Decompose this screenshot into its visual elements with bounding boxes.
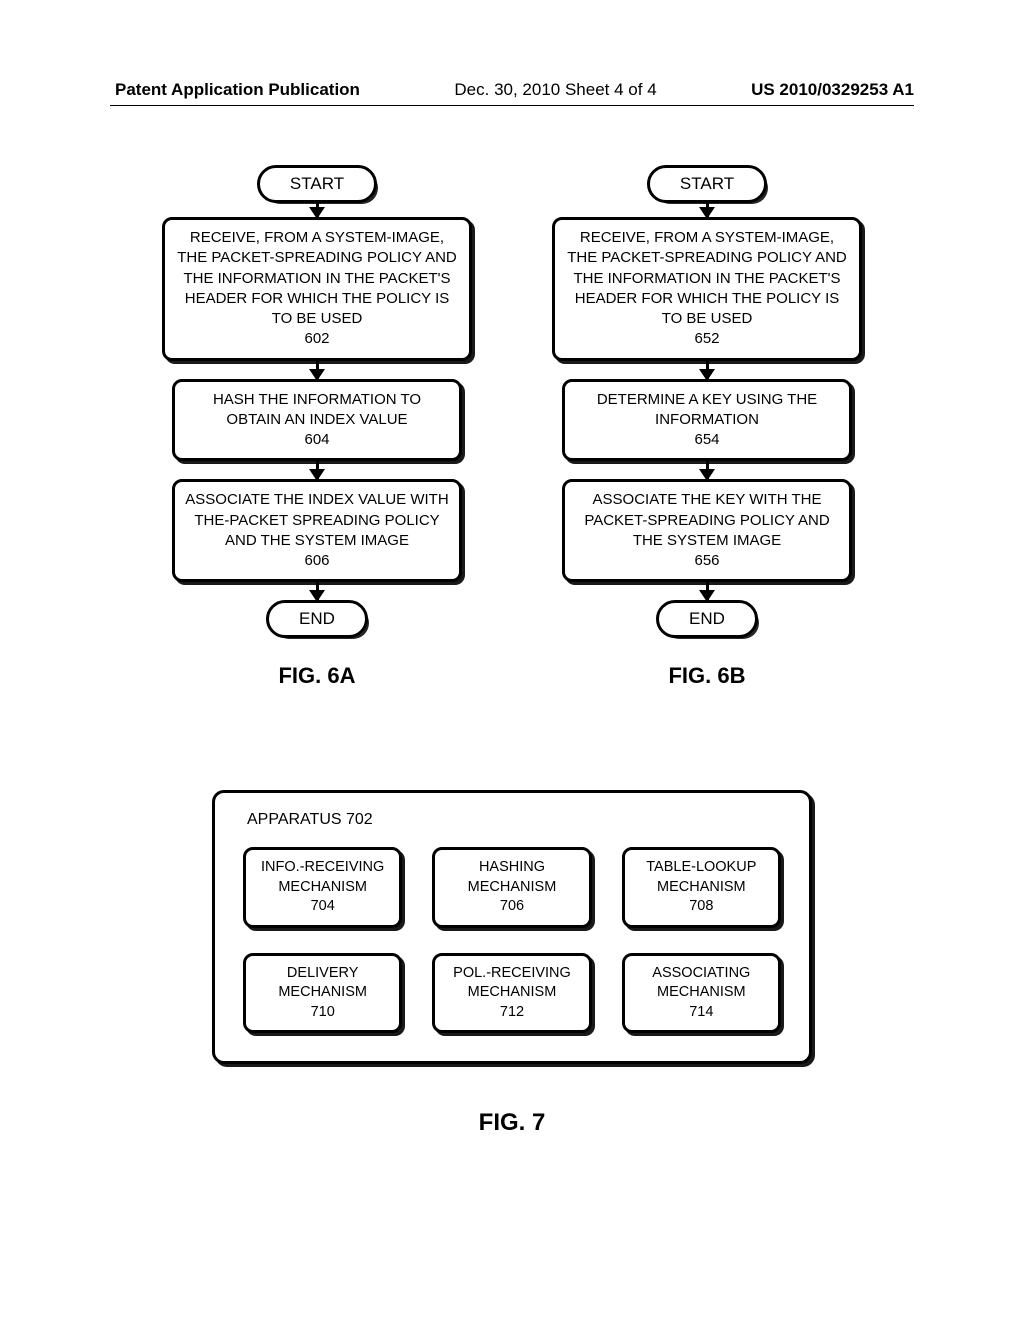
- step-text: RECEIVE, FROM A SYSTEM-IMAGE, THE PACKET…: [567, 229, 847, 327]
- mechanism-line2: MECHANISM: [278, 984, 367, 1000]
- mechanism-line1: DELIVERY: [287, 965, 358, 981]
- process-step-654: DETERMINE A KEY USING THE INFORMATION 65…: [562, 379, 852, 462]
- mechanism-line1: TABLE-LOOKUP: [646, 859, 756, 875]
- step-text: RECEIVE, FROM A SYSTEM-IMAGE, THE PACKET…: [177, 229, 457, 327]
- step-text: ASSOCIATE THE INDEX VALUE WITH THE-PACKE…: [185, 491, 448, 549]
- mechanism-line2: MECHANISM: [468, 984, 557, 1000]
- step-number: 652: [694, 330, 719, 347]
- arrow-icon: [706, 582, 709, 600]
- header-center: Dec. 30, 2010 Sheet 4 of 4: [454, 80, 656, 100]
- header-left: Patent Application Publication: [115, 80, 360, 100]
- step-text: ASSOCIATE THE KEY WITH THE PACKET-SPREAD…: [584, 491, 829, 549]
- mechanism-706: HASHING MECHANISM 706: [432, 847, 591, 928]
- mechanism-line1: HASHING: [479, 859, 545, 875]
- mechanism-num: 706: [500, 898, 524, 914]
- flowchart-6a: START RECEIVE, FROM A SYSTEM-IMAGE, THE …: [142, 165, 492, 689]
- mechanism-714: ASSOCIATING MECHANISM 714: [622, 953, 781, 1034]
- mechanism-num: 714: [689, 1004, 713, 1020]
- arrow-icon: [706, 203, 709, 217]
- arrow-icon: [706, 361, 709, 379]
- end-terminal: END: [266, 600, 368, 638]
- step-text: DETERMINE A KEY USING THE INFORMATION: [597, 391, 817, 428]
- step-number: 606: [304, 552, 329, 569]
- process-step-604: HASH THE INFORMATION TO OBTAIN AN INDEX …: [172, 379, 462, 462]
- step-number: 654: [694, 431, 719, 448]
- arrow-icon: [316, 582, 319, 600]
- mechanism-710: DELIVERY MECHANISM 710: [243, 953, 402, 1034]
- mechanism-line2: MECHANISM: [657, 879, 746, 895]
- end-terminal: END: [656, 600, 758, 638]
- apparatus-section: APPARATUS 702 INFO.-RECEIVING MECHANISM …: [0, 790, 1024, 1137]
- mechanism-704: INFO.-RECEIVING MECHANISM 704: [243, 847, 402, 928]
- step-text: HASH THE INFORMATION TO OBTAIN AN INDEX …: [213, 391, 421, 428]
- process-step-602: RECEIVE, FROM A SYSTEM-IMAGE, THE PACKET…: [162, 217, 472, 361]
- mechanism-num: 712: [500, 1004, 524, 1020]
- arrow-icon: [316, 203, 319, 217]
- flowcharts-row: START RECEIVE, FROM A SYSTEM-IMAGE, THE …: [0, 165, 1024, 689]
- flowchart-6b: START RECEIVE, FROM A SYSTEM-IMAGE, THE …: [532, 165, 882, 689]
- mechanism-line1: ASSOCIATING: [652, 965, 750, 981]
- figure-label-7: FIG. 7: [479, 1109, 546, 1137]
- arrow-icon: [706, 461, 709, 479]
- mechanism-num: 710: [311, 1004, 335, 1020]
- mechanism-712: POL.-RECEIVING MECHANISM 712: [432, 953, 591, 1034]
- mechanism-line1: POL.-RECEIVING: [453, 965, 571, 981]
- header-right: US 2010/0329253 A1: [751, 80, 914, 100]
- header-rule: [110, 105, 914, 106]
- process-step-606: ASSOCIATE THE INDEX VALUE WITH THE-PACKE…: [172, 479, 462, 582]
- mechanism-line2: MECHANISM: [468, 879, 557, 895]
- start-terminal: START: [257, 165, 377, 203]
- process-step-652: RECEIVE, FROM A SYSTEM-IMAGE, THE PACKET…: [552, 217, 862, 361]
- step-number: 656: [694, 552, 719, 569]
- apparatus-title: APPARATUS 702: [247, 811, 781, 829]
- step-number: 602: [304, 330, 329, 347]
- mechanism-num: 708: [689, 898, 713, 914]
- mechanism-grid: INFO.-RECEIVING MECHANISM 704 HASHING ME…: [243, 847, 781, 1033]
- page-header: Patent Application Publication Dec. 30, …: [0, 80, 1024, 100]
- mechanism-line2: MECHANISM: [657, 984, 746, 1000]
- mechanism-line2: MECHANISM: [278, 879, 367, 895]
- mechanism-line1: INFO.-RECEIVING: [261, 859, 384, 875]
- arrow-icon: [316, 461, 319, 479]
- figure-label-6b: FIG. 6B: [668, 663, 745, 689]
- step-number: 604: [304, 431, 329, 448]
- process-step-656: ASSOCIATE THE KEY WITH THE PACKET-SPREAD…: [562, 479, 852, 582]
- mechanism-708: TABLE-LOOKUP MECHANISM 708: [622, 847, 781, 928]
- apparatus-702: APPARATUS 702 INFO.-RECEIVING MECHANISM …: [212, 790, 812, 1064]
- mechanism-num: 704: [311, 898, 335, 914]
- figure-label-6a: FIG. 6A: [278, 663, 355, 689]
- arrow-icon: [316, 361, 319, 379]
- start-terminal: START: [647, 165, 767, 203]
